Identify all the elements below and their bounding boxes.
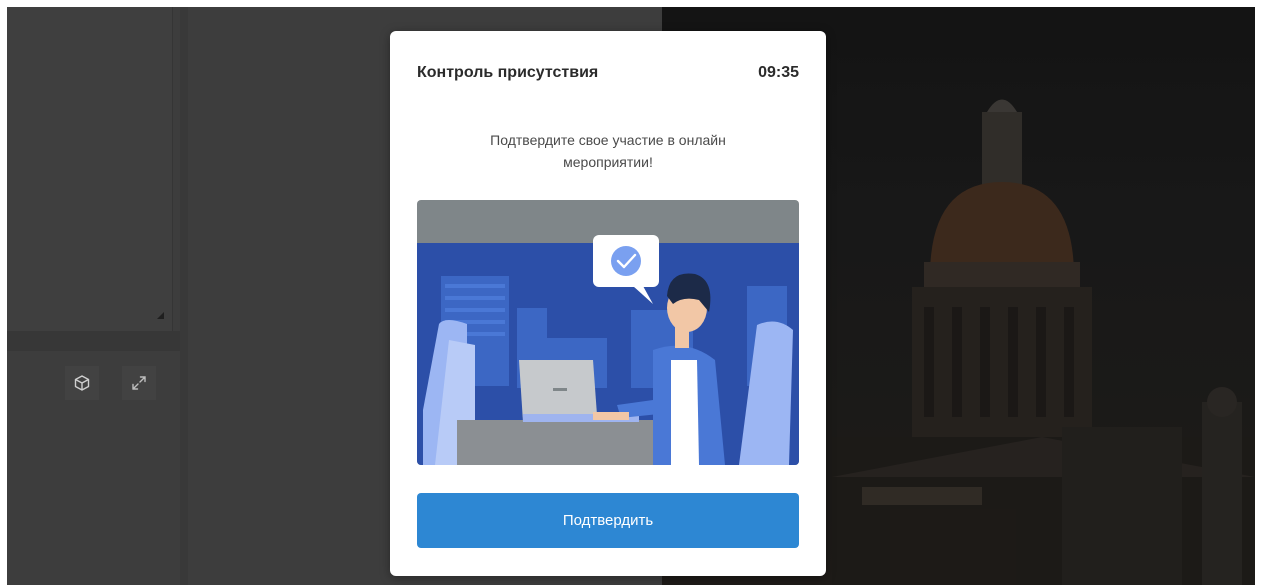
- modal-title: Контроль присутствия: [417, 64, 599, 81]
- modal-message: Подтвердите свое участие в онлайн меропр…: [490, 132, 726, 170]
- cube-icon: [73, 374, 91, 392]
- panel-splitter[interactable]: [7, 331, 180, 351]
- presence-check-modal: Контроль присутствия 09:35 Подтвердите с…: [390, 31, 826, 576]
- panel-divider[interactable]: [180, 7, 188, 585]
- confirm-button[interactable]: Подтвердить: [417, 493, 799, 548]
- countdown-timer: 09:35: [758, 64, 799, 81]
- checkmark-icon: [611, 246, 641, 276]
- resize-grip[interactable]: [157, 312, 164, 319]
- fullscreen-button[interactable]: [122, 366, 156, 400]
- chat-panel: [7, 7, 173, 331]
- cube-button[interactable]: [65, 366, 99, 400]
- expand-icon: [130, 374, 148, 392]
- laptop-user-illustration: [417, 200, 799, 465]
